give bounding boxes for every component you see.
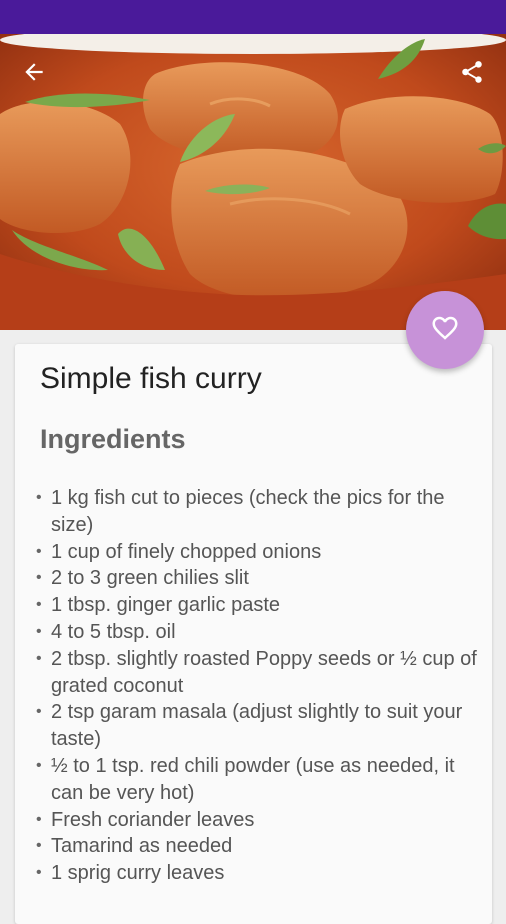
ingredient-item: 1 sprig curry leaves: [36, 860, 481, 887]
ingredient-item: Fresh coriander leaves: [36, 807, 481, 834]
share-icon: [459, 59, 485, 90]
share-button[interactable]: [450, 52, 494, 96]
recipe-title: Simple fish curry: [40, 362, 262, 395]
heart-outline-icon: [430, 313, 460, 348]
ingredient-item: 2 to 3 green chilies slit: [36, 565, 481, 592]
ingredient-item: 1 cup of finely chopped onions: [36, 539, 481, 566]
ingredient-item: Tamarind as needed: [36, 833, 481, 860]
arrow-back-icon: [21, 59, 47, 90]
status-bar: [0, 0, 506, 34]
back-button[interactable]: [12, 52, 56, 96]
recipe-photo: [0, 34, 506, 330]
ingredient-item: 1 kg fish cut to pieces (check the pics …: [36, 485, 481, 539]
ingredient-item: ½ to 1 tsp. red chili powder (use as nee…: [36, 753, 481, 807]
ingredient-item: 2 tbsp. slightly roasted Poppy seeds or …: [36, 646, 481, 700]
ingredient-item: 2 tsp garam masala (adjust slightly to s…: [36, 699, 481, 753]
ingredient-item: 1 tbsp. ginger garlic paste: [36, 592, 481, 619]
ingredients-list: 1 kg fish cut to pieces (check the pics …: [36, 485, 481, 887]
favorite-button[interactable]: [406, 291, 484, 369]
ingredients-heading: Ingredients: [40, 424, 186, 454]
ingredient-item: 4 to 5 tbsp. oil: [36, 619, 481, 646]
